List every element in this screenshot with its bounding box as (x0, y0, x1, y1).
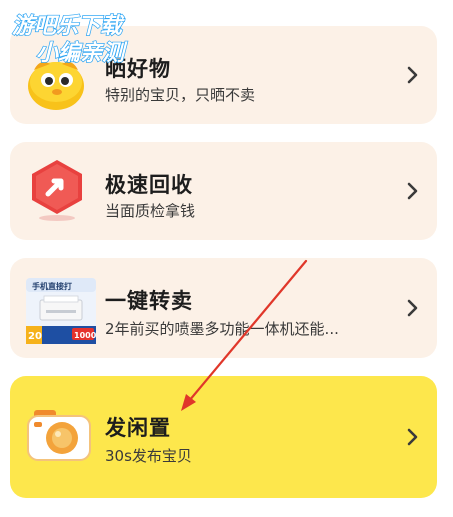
item-subtitle: 2年前买的喷墨多功能一体机还能... (105, 320, 339, 338)
item-subtitle: 30s发布宝贝 (105, 447, 192, 465)
menu-item-one-click-resell[interactable]: 手机直接打 20 1000 一键转卖 2年前买的喷墨多功能一体机还能... (10, 258, 437, 358)
thumb-price-tag: 1000 (74, 331, 96, 340)
chevron-right-icon (407, 66, 418, 84)
thumb-badge: 20 (28, 331, 42, 342)
thumb-header: 手机直接打 (32, 281, 72, 291)
recycle-arrow-icon (32, 160, 82, 221)
chevron-right-icon (407, 299, 418, 317)
watermark-line1: 游吧乐下载 (12, 14, 125, 39)
menu-item-post-idle[interactable]: 发闲置 30s发布宝贝 (10, 376, 437, 498)
item-subtitle: 特别的宝贝，只晒不卖 (105, 86, 256, 104)
chevron-right-icon (407, 182, 418, 200)
watermark-line2: 小编亲测 (36, 40, 128, 66)
watermark-logo: 游吧乐下载 小编亲测 (11, 13, 128, 66)
item-title: 一键转卖 (105, 289, 193, 313)
chevron-right-icon (407, 428, 418, 446)
printer-thumbnail: 手机直接打 20 1000 (26, 278, 96, 344)
item-title: 发闲置 (105, 416, 171, 440)
menu-item-quick-recycle[interactable]: 极速回收 当面质检拿钱 (10, 142, 437, 240)
item-title: 极速回收 (105, 173, 193, 197)
camera-icon (27, 410, 91, 461)
item-subtitle: 当面质检拿钱 (105, 202, 196, 220)
